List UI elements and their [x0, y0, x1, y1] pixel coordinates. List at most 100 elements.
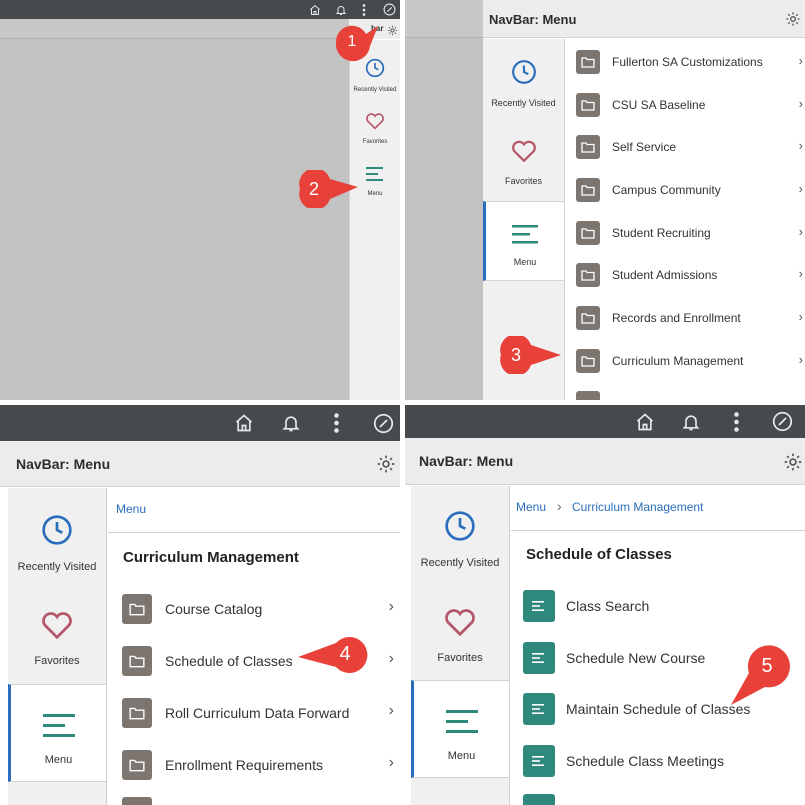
navbar-compass-icon[interactable] — [769, 405, 795, 438]
component-label: Schedule Class Meetings — [566, 753, 724, 769]
gear-icon[interactable] — [785, 11, 801, 32]
navbar-header: NavBar: Menu — [0, 441, 400, 487]
list-item-folder[interactable]: Self Service › — [566, 132, 805, 162]
sidebar-label: Recently Visited — [353, 87, 397, 93]
dimmed-header — [405, 0, 483, 38]
heart-icon — [510, 139, 538, 168]
list-item-schedule-class-meetings[interactable]: Schedule Class Meetings — [511, 742, 805, 780]
folder-label: Self Service — [612, 140, 677, 154]
chevron-right-icon: › — [798, 138, 803, 153]
heart-icon — [443, 607, 477, 642]
folder-label: Campus Community — [612, 183, 721, 197]
list-item-component-partial[interactable] — [511, 794, 805, 805]
list-item-folder[interactable]: Student Recruiting › — [566, 218, 805, 248]
callout-badge-3: 3 — [497, 336, 563, 374]
sidebar-label: Favorites — [362, 139, 388, 145]
folder-label: Enrollment Requirements — [165, 757, 323, 773]
top-bar — [405, 405, 805, 438]
navbar-compass-icon[interactable] — [370, 405, 396, 441]
tutorial-collage: bar Recently Visited Favorites Menu 1 2 … — [0, 0, 805, 805]
home-icon[interactable] — [631, 405, 659, 438]
chevron-right-icon: › — [798, 266, 803, 281]
component-label: Schedule New Course — [566, 650, 706, 666]
sidebar-item-recently-visited[interactable]: Recently Visited — [350, 58, 400, 108]
component-label: Class Search — [566, 598, 650, 614]
sidebar-label: Menu — [447, 750, 476, 762]
panel-step-4: NavBar: Menu Recently Visited Favorites — [405, 405, 805, 805]
folder-icon — [576, 93, 600, 117]
folder-label: Roll Curriculum Data Forward — [165, 705, 350, 721]
sidebar-label: Favorites — [504, 176, 542, 186]
sidebar-item-recently-visited[interactable]: Recently Visited — [411, 510, 509, 580]
sidebar-item-favorites[interactable]: Favorites — [411, 607, 509, 677]
callout-badge-4: 4 — [296, 631, 376, 677]
gear-icon[interactable] — [783, 452, 803, 477]
actions-menu-icon[interactable] — [356, 0, 372, 19]
navbar-header: NavBar: Menu — [405, 438, 805, 485]
sidebar-item-menu[interactable]: Menu — [483, 201, 564, 281]
gear-icon[interactable] — [376, 454, 396, 479]
sidebar-label: Menu — [367, 191, 383, 197]
component-page-icon — [523, 590, 555, 622]
actions-menu-icon[interactable] — [726, 405, 746, 438]
navbar-title: NavBar: Menu — [16, 456, 111, 472]
bell-icon[interactable] — [277, 405, 305, 441]
sidebar-item-menu[interactable]: Menu — [411, 680, 509, 778]
list-item-folder[interactable]: Enrollment Requirements › — [108, 746, 400, 784]
list-item-folder-partial[interactable] — [566, 389, 805, 400]
list-item-folder[interactable]: Records and Enrollment › — [566, 303, 805, 333]
folder-label: Course Catalog — [165, 601, 263, 617]
gear-icon[interactable] — [387, 23, 398, 41]
folder-icon — [576, 391, 600, 400]
breadcrumb-separator-icon: › — [557, 498, 562, 514]
navbar-sidebar: Recently Visited Favorites Menu — [349, 40, 400, 400]
actions-menu-icon[interactable] — [326, 405, 346, 441]
callout-badge-5: 5 — [725, 643, 795, 709]
list-item-folder[interactable]: Roll Curriculum Data Forward › — [108, 694, 400, 732]
chevron-right-icon: › — [798, 352, 803, 367]
sidebar-item-favorites[interactable]: Favorites — [8, 610, 106, 680]
list-item-class-search[interactable]: Class Search — [511, 587, 805, 625]
panel-step-1: bar Recently Visited Favorites Menu 1 2 — [0, 0, 400, 400]
list-item-folder[interactable]: Student Admissions › — [566, 260, 805, 290]
top-bar — [0, 405, 400, 441]
breadcrumb-curriculum-management-link[interactable]: Curriculum Management — [572, 500, 703, 514]
breadcrumb-menu-link[interactable]: Menu — [116, 502, 146, 516]
sidebar-label: Favorites — [437, 652, 483, 664]
callout-badge-2: 2 — [294, 170, 360, 208]
sidebar-item-favorites[interactable]: Favorites — [350, 112, 400, 152]
folder-label: Schedule of Classes — [165, 653, 293, 669]
list-item-folder[interactable]: Campus Community › — [566, 175, 805, 205]
component-page-icon — [523, 642, 555, 674]
list-item-folder[interactable]: CSU SA Baseline › — [566, 90, 805, 120]
component-page-icon — [523, 794, 555, 805]
folder-icon — [122, 698, 152, 728]
sidebar-item-recently-visited[interactable]: Recently Visited — [8, 514, 106, 584]
chevron-right-icon: › — [388, 650, 394, 667]
bell-icon[interactable] — [677, 405, 705, 438]
chevron-right-icon: › — [798, 309, 803, 324]
list-item-folder[interactable]: Fullerton SA Customizations › — [566, 47, 805, 77]
navbar-compass-icon[interactable] — [380, 0, 398, 19]
list-item-folder-partial[interactable] — [108, 797, 400, 805]
home-icon[interactable] — [306, 0, 324, 19]
divider — [108, 532, 400, 533]
folder-label: Records and Enrollment — [612, 311, 741, 325]
sidebar-label: Recently Visited — [420, 557, 500, 569]
bell-icon[interactable] — [332, 0, 350, 19]
menu-lines-icon — [511, 224, 539, 249]
sidebar-label: Menu — [44, 754, 73, 766]
chevron-right-icon: › — [388, 754, 394, 771]
sidebar-item-favorites[interactable]: Favorites — [483, 139, 564, 199]
breadcrumb-menu-link[interactable]: Menu — [516, 500, 546, 514]
list-item-folder-curriculum-management[interactable]: Curriculum Management › — [566, 346, 805, 376]
list-item-folder[interactable]: Course Catalog › — [108, 590, 400, 628]
navbar-header: NavBar: Menu — [483, 0, 805, 38]
panel-step-2: NavBar: Menu Recently Visited Favorites — [405, 0, 805, 400]
sidebar-item-recently-visited[interactable]: Recently Visited — [483, 59, 564, 119]
sidebar-item-menu[interactable]: Menu — [8, 684, 106, 782]
folder-icon — [576, 349, 600, 373]
menu-lines-icon — [445, 709, 479, 738]
chevron-right-icon: › — [798, 53, 803, 68]
home-icon[interactable] — [230, 405, 258, 441]
